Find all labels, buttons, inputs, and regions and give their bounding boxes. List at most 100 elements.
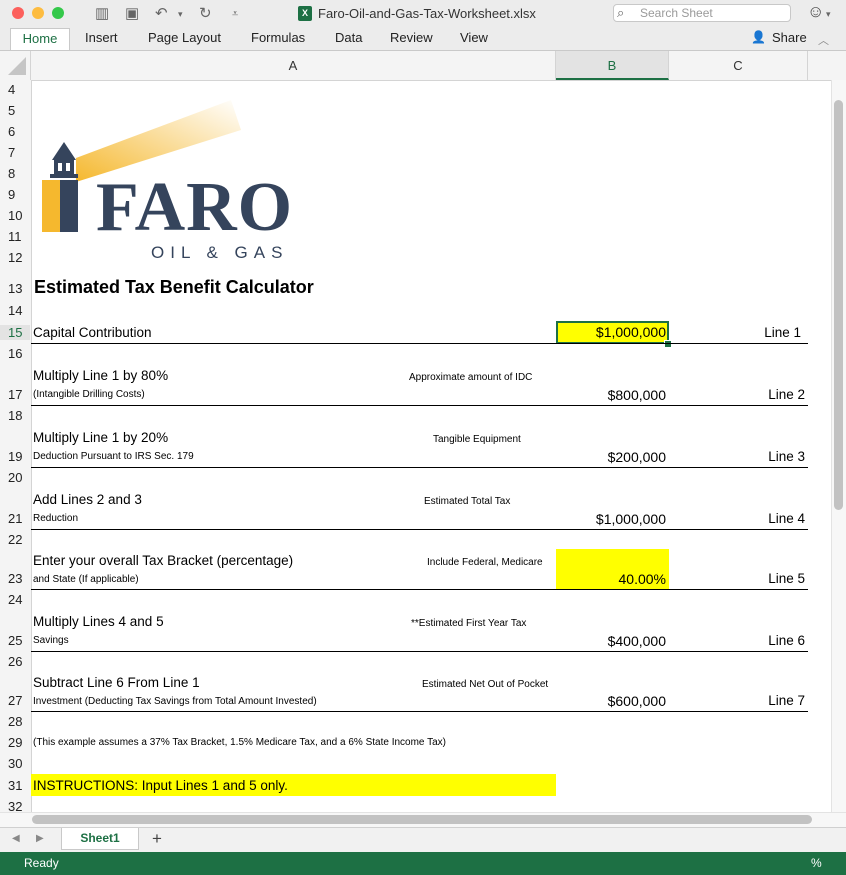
select-all-triangle-icon [8, 57, 26, 75]
line2-value[interactable]: $800,000 [556, 387, 666, 403]
save-icon[interactable]: ▣ [125, 5, 139, 23]
line3-value[interactable]: $200,000 [556, 449, 666, 465]
example-note[interactable]: (This example assumes a 37% Tax Bracket,… [33, 737, 446, 748]
line5-underline [31, 589, 808, 590]
line7-label[interactable]: Subtract Line 6 From Line 1 [33, 675, 200, 690]
scroll-tabs-right-icon[interactable]: ▶ [36, 833, 44, 844]
row-number[interactable]: 7 [0, 145, 31, 160]
tab-review[interactable]: Review [390, 30, 433, 45]
line4-line-label: Line 4 [768, 511, 805, 526]
fill-handle[interactable] [664, 340, 672, 348]
row-number[interactable]: 10 [0, 208, 31, 223]
line3-note[interactable]: Tangible Equipment [433, 434, 521, 445]
line4-value[interactable]: $1,000,000 [556, 511, 666, 527]
column-header-c[interactable]: C [669, 51, 808, 80]
line6-note[interactable]: **Estimated First Year Tax [411, 618, 526, 629]
line5-sub[interactable]: and State (If applicable) [33, 574, 139, 585]
row-number[interactable]: 27 [0, 693, 31, 708]
row-number[interactable]: 6 [0, 124, 31, 139]
row-number[interactable]: 19 [0, 449, 31, 464]
row-number[interactable]: 28 [0, 714, 31, 729]
line2-sub[interactable]: (Intangible Drilling Costs) [33, 389, 145, 400]
tab-formulas[interactable]: Formulas [251, 30, 305, 45]
column-header-b[interactable]: B [556, 51, 669, 80]
row-number[interactable]: 23 [0, 571, 31, 586]
share-button[interactable]: Share [772, 30, 807, 45]
row-number[interactable]: 4 [0, 82, 31, 97]
line1-value[interactable]: $1,000,000 [556, 324, 666, 340]
zoom-window-button[interactable] [52, 7, 64, 19]
search-input[interactable]: Search Sheet [613, 4, 791, 22]
row-number[interactable]: 9 [0, 187, 31, 202]
scroll-tabs-left-icon[interactable]: ◀ [12, 833, 20, 844]
line1-underline [31, 343, 808, 344]
row-number[interactable]: 21 [0, 511, 31, 526]
row-number[interactable]: 32 [0, 799, 31, 812]
line7-line-label: Line 7 [768, 693, 805, 708]
row-number[interactable]: 13 [0, 281, 31, 296]
tab-view[interactable]: View [460, 30, 488, 45]
sheet-tab-sheet1[interactable]: Sheet1 [61, 828, 139, 850]
row-number[interactable]: 8 [0, 166, 31, 181]
sidebar-icon[interactable]: ▥ [95, 5, 109, 23]
line7-sub[interactable]: Investment (Deducting Tax Savings from T… [33, 696, 317, 707]
undo-dropdown-icon[interactable]: ▾ [178, 5, 183, 23]
row-number[interactable]: 20 [0, 470, 31, 485]
lighthouse-window [58, 163, 62, 171]
tab-data[interactable]: Data [335, 30, 362, 45]
line6-label[interactable]: Multiply Lines 4 and 5 [33, 614, 164, 629]
line5-label[interactable]: Enter your overall Tax Bracket (percenta… [33, 553, 293, 568]
line4-sub[interactable]: Reduction [33, 513, 78, 524]
tab-home[interactable]: Home [10, 28, 70, 50]
row-number[interactable]: 12 [0, 250, 31, 265]
row-number[interactable]: 22 [0, 532, 31, 547]
line3-label[interactable]: Multiply Line 1 by 20% [33, 430, 168, 445]
row-number[interactable]: 5 [0, 103, 31, 118]
line1-label[interactable]: Capital Contribution [33, 325, 152, 340]
feedback-dropdown-icon[interactable]: ▾ [826, 5, 831, 23]
collapse-ribbon-icon[interactable]: ︿ [818, 32, 829, 48]
customize-toolbar-icon[interactable]: ⩡ [232, 5, 238, 23]
logo-wordmark: FARO [96, 169, 294, 246]
row-number[interactable]: 29 [0, 735, 31, 750]
line4-label[interactable]: Add Lines 2 and 3 [33, 492, 142, 507]
vertical-scroll-thumb[interactable] [834, 100, 843, 510]
line6-value[interactable]: $400,000 [556, 633, 666, 649]
row-number[interactable]: 25 [0, 633, 31, 648]
smiley-icon[interactable]: ☺ [807, 3, 824, 21]
horizontal-scroll-thumb[interactable] [32, 815, 812, 824]
ribbon-tabs: Home Insert Page Layout Formulas Data Re… [0, 28, 846, 51]
line5-value[interactable]: 40.00% [556, 571, 666, 587]
row-number[interactable]: 11 [0, 229, 31, 244]
line6-sub[interactable]: Savings [33, 635, 69, 646]
column-header-a[interactable]: A [31, 51, 556, 80]
line4-note[interactable]: Estimated Total Tax [424, 496, 510, 507]
row-number[interactable]: 17 [0, 387, 31, 402]
row-number[interactable]: 31 [0, 778, 31, 793]
row-number[interactable]: 15 [0, 325, 30, 340]
undo-icon[interactable]: ↶ [155, 5, 168, 23]
logo-tagline: OIL & GAS [151, 243, 289, 262]
row-number[interactable]: 18 [0, 408, 31, 423]
select-all-corner[interactable] [0, 51, 31, 80]
row-number[interactable]: 26 [0, 654, 31, 669]
tab-page-layout[interactable]: Page Layout [148, 30, 221, 45]
line2-label[interactable]: Multiply Line 1 by 80% [33, 368, 168, 383]
row-number[interactable]: 16 [0, 346, 31, 361]
tab-insert[interactable]: Insert [85, 30, 118, 45]
line5-note[interactable]: Include Federal, Medicare [427, 557, 543, 568]
line7-note[interactable]: Estimated Net Out of Pocket [422, 679, 548, 690]
redo-icon[interactable]: ↻ [199, 5, 212, 23]
row-number[interactable]: 24 [0, 592, 31, 607]
line2-note[interactable]: Approximate amount of IDC [409, 372, 532, 383]
row-number[interactable]: 14 [0, 303, 31, 318]
lighthouse-tower-right [60, 180, 78, 232]
line7-value[interactable]: $600,000 [556, 693, 666, 709]
zoom-percent[interactable]: % [811, 856, 822, 870]
close-window-button[interactable] [12, 7, 24, 19]
minimize-window-button[interactable] [32, 7, 44, 19]
add-sheet-button[interactable]: + [152, 829, 162, 849]
instructions-text: INSTRUCTIONS: Input Lines 1 and 5 only. [33, 778, 288, 793]
line3-sub[interactable]: Deduction Pursuant to IRS Sec. 179 [33, 451, 194, 462]
row-number[interactable]: 30 [0, 756, 31, 771]
